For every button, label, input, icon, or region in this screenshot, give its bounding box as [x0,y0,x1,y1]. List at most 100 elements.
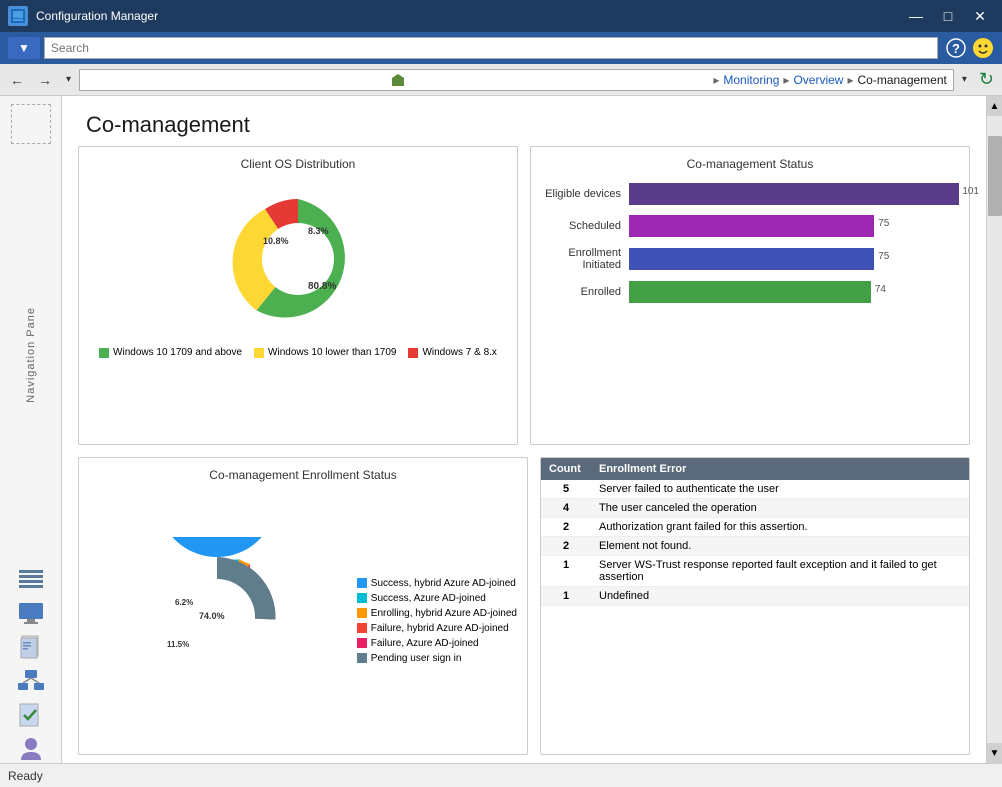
scroll-up-button[interactable]: ▲ [987,96,1002,116]
legend-win10-below-1709: Windows 10 lower than 1709 [254,347,396,358]
sidebar-icon-monitor[interactable] [13,599,49,627]
legend-color-success-hybrid [357,578,367,588]
client-os-distribution-card: Client OS Distribution [78,146,518,445]
menu-dropdown-button[interactable]: ▼ [8,37,40,59]
legend-label-win10-above: Windows 10 1709 and above [113,347,242,358]
enrollment-status-chart: 74.0% 11.5% 6.2% [137,537,297,697]
page-title: Co-management [62,96,986,146]
breadcrumb-dropdown-button[interactable]: ▾ [956,70,973,89]
legend-success-hybrid: Success, hybrid Azure AD-joined [357,578,516,589]
enrollment-legend: Success, hybrid Azure AD-joined Success,… [357,578,517,664]
minimize-button[interactable]: — [902,6,930,26]
bar-value-enrolled: 74 [875,284,886,295]
legend-label-success-azure: Success, Azure AD-joined [371,593,486,604]
svg-text:10.8%: 10.8% [263,236,289,246]
bar-row-enrollment-initiated: Enrollment Initiated 75 [541,247,959,271]
forward-button[interactable]: → [32,68,58,92]
breadcrumb-sep2: ▸ [783,73,789,87]
bar-fill-scheduled [629,215,874,237]
sidebar-icon-user[interactable] [13,735,49,763]
sidebar-icon-docs[interactable] [13,633,49,661]
maximize-button[interactable]: □ [934,6,962,26]
bar-value-scheduled: 75 [878,218,889,229]
error-cell: Undefined [591,586,969,605]
navigation-pane-label: Navigation Pane [25,307,37,403]
charts-container: Client OS Distribution [62,146,986,763]
legend-success-azure: Success, Azure AD-joined [357,593,486,604]
error-cell: Element not found. [591,536,969,555]
bar-value-enrollment: 75 [878,251,889,262]
nav-bar: ← → ▾ ▸ Monitoring ▸ Overview ▸ Co-manag… [0,64,1002,96]
legend-color-win10-above [99,348,109,358]
breadcrumb-overview[interactable]: Overview [793,73,843,87]
svg-text:11.5%: 11.5% [167,640,189,649]
menu-bar: ▼ ? [0,32,1002,64]
legend-label-win7: Windows 7 & 8.x [422,347,496,358]
status-bar: Ready [0,763,1002,787]
search-input[interactable] [44,37,938,59]
status-text: Ready [8,769,43,783]
table-row: 1Undefined [541,586,969,605]
user-button[interactable] [972,37,994,59]
legend-label-win10-below: Windows 10 lower than 1709 [268,347,396,358]
sidebar-icon-list[interactable] [13,565,49,593]
window-controls: — □ ✕ [902,6,994,26]
right-scrollbar[interactable]: ▲ ▼ [986,96,1002,763]
bar-row-enrolled: Enrolled 74 [541,281,959,303]
scroll-track [987,116,1002,743]
comanagement-status-bars: Eligible devices 101 Scheduled 75 [541,179,959,434]
nav-dropdown-button[interactable]: ▾ [60,70,77,89]
legend-failure-azure: Failure, Azure AD-joined [357,638,479,649]
client-os-donut: 8.3% 10.8% 80.8% Windows 10 1709 and abo… [89,179,507,434]
scroll-thumb[interactable] [988,136,1002,216]
legend-label-failure-hybrid: Failure, hybrid Azure AD-joined [371,623,509,634]
breadcrumb-sep1: ▸ [713,73,719,87]
home-icon [391,73,405,87]
legend-color-failure-hybrid [357,623,367,633]
client-os-legend: Windows 10 1709 and above Windows 10 low… [99,347,497,358]
breadcrumb-monitoring[interactable]: Monitoring [723,73,779,87]
svg-text:6.2%: 6.2% [175,598,193,607]
table-row: 1Server WS-Trust response reported fault… [541,555,969,586]
sidebar-icon-network[interactable] [13,667,49,695]
client-os-chart: 8.3% 10.8% 80.8% [208,179,388,339]
count-cell: 4 [541,498,591,517]
window-title: Configuration Manager [36,9,902,23]
refresh-button[interactable]: ↻ [975,65,998,94]
legend-failure-hybrid: Failure, hybrid Azure AD-joined [357,623,509,634]
legend-color-failure-azure [357,638,367,648]
legend-label-enrolling-hybrid: Enrolling, hybrid Azure AD-joined [371,608,517,619]
back-button[interactable]: ← [4,68,30,92]
svg-text:74.0%: 74.0% [199,611,225,621]
help-button[interactable]: ? [946,38,966,58]
breadcrumb: ▸ Monitoring ▸ Overview ▸ Co-management [79,69,954,91]
enrollment-status-title: Co-management Enrollment Status [89,468,517,482]
close-button[interactable]: ✕ [966,6,994,26]
enrollment-donut-row: 74.0% 11.5% 6.2% Success, hybrid Azure A… [89,490,517,745]
comanagement-status-card: Co-management Status Eligible devices 10… [530,146,970,445]
bar-label-eligible: Eligible devices [541,188,621,200]
svg-text:80.8%: 80.8% [308,281,336,292]
sidebar-collapse-handle[interactable] [11,104,51,144]
bar-row-scheduled: Scheduled 75 [541,215,959,237]
main-layout: Navigation Pane Co-management [0,96,1002,763]
table-row: 2Authorization grant failed for this ass… [541,517,969,536]
svg-text:8.3%: 8.3% [308,226,329,236]
bar-value-eligible: 101 [962,186,979,197]
legend-label-failure-azure: Failure, Azure AD-joined [371,638,479,649]
bar-label-enrollment-initiated: Enrollment Initiated [541,247,621,271]
bar-fill-eligible [629,183,959,205]
sidebar-icons [13,565,49,763]
bar-label-enrolled: Enrolled [541,286,621,298]
count-cell: 2 [541,536,591,555]
table-row: 5Server failed to authenticate the user [541,480,969,499]
top-charts-row: Client OS Distribution [78,146,970,445]
error-cell: Server WS-Trust response reported fault … [591,555,969,586]
scroll-down-button[interactable]: ▼ [987,743,1002,763]
legend-color-pending [357,653,367,663]
title-bar: Configuration Manager — □ ✕ [0,0,1002,32]
sidebar-icon-check[interactable] [13,701,49,729]
legend-win7-8: Windows 7 & 8.x [408,347,496,358]
bottom-charts-row: Co-management Enrollment Status [78,457,970,756]
error-column-header: Enrollment Error [591,458,969,480]
